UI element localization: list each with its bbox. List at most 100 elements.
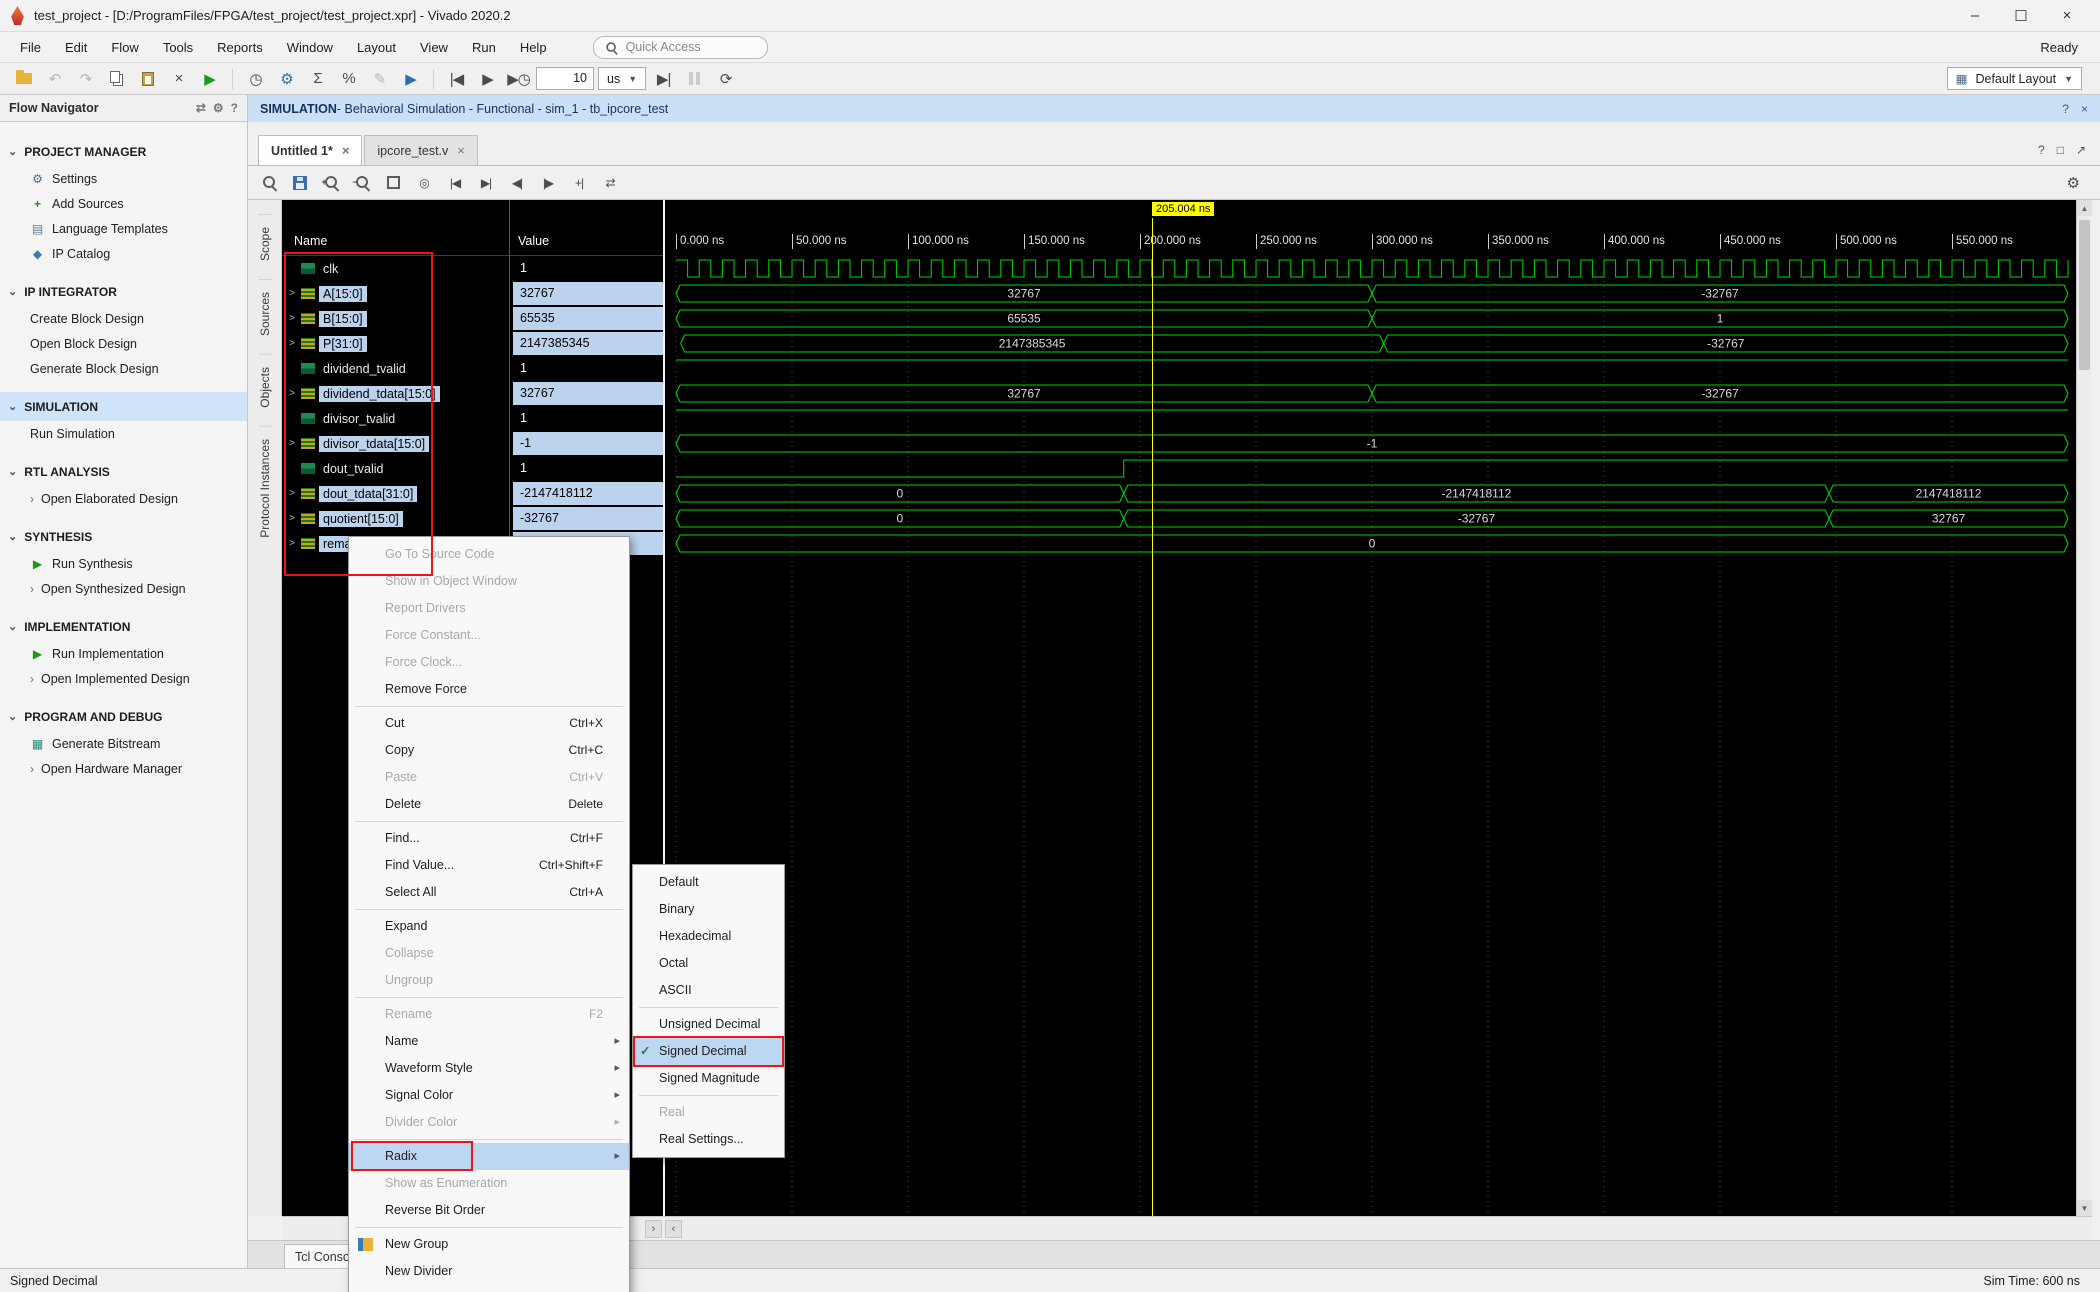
signal-row-a-15-0[interactable]: >A[15:0]32767 [282,281,665,306]
flow-item-settings[interactable]: ⚙Settings [0,166,247,191]
zoom-out-icon[interactable]: − [349,170,375,196]
float-icon[interactable]: □ [2057,143,2064,157]
menu-run[interactable]: Run [460,35,508,60]
settings-gear-icon[interactable]: ⚙ [273,66,300,91]
flow-section-ip-integrator[interactable]: ⌄IP INTEGRATOR [0,277,247,306]
menu-reports[interactable]: Reports [205,35,275,60]
menu-help[interactable]: Help [508,35,559,60]
close-icon[interactable]: × [457,143,465,158]
toggle-icon[interactable]: ⇄ [196,101,206,115]
copy-icon[interactable] [103,66,130,91]
flow-item-run-simulation[interactable]: Run Simulation [0,421,247,446]
time-unit-select[interactable]: us ▼ [598,67,646,90]
menu-item-new-divider[interactable]: New Divider [349,1258,629,1285]
expand-arrow-icon[interactable]: > [287,288,297,299]
menu-item-signed-decimal[interactable]: ✓Signed Decimal [633,1038,784,1065]
flow-item-open-elaborated-design[interactable]: ›Open Elaborated Design [0,486,247,511]
flow-section-project-manager[interactable]: ⌄PROJECT MANAGER [0,137,247,166]
relaunch-icon[interactable]: ⟳ [712,66,739,91]
menu-item-new-virtual-bus[interactable]: New Virtual Bus [349,1285,629,1292]
delete-icon[interactable]: × [165,66,192,91]
gear-icon[interactable]: ⚙ [213,101,224,115]
flow-section-rtl-analysis[interactable]: ⌄RTL ANALYSIS [0,457,247,486]
restart-icon[interactable]: |◀ [443,66,470,91]
flow-item-run-synthesis[interactable]: ▶Run Synthesis [0,551,247,576]
sum-icon[interactable]: Σ [304,66,331,91]
menu-item-remove-force[interactable]: Remove Force [349,676,629,703]
menu-tools[interactable]: Tools [151,35,205,60]
run-icon[interactable]: ▶ [196,66,223,91]
step-icon[interactable]: ▶| [650,66,677,91]
save-icon[interactable] [287,170,313,196]
tab-untitled-1[interactable]: Untitled 1*× [258,135,362,165]
menu-file[interactable]: File [8,35,53,60]
menu-item-ascii[interactable]: ASCII [633,977,784,1004]
signal-name-cell[interactable]: >quotient[15:0] [282,511,511,527]
run-time-input[interactable]: 10 [536,67,594,90]
menu-item-radix[interactable]: Radix▸ [349,1143,629,1170]
debug-icon[interactable]: ▶ [397,66,424,91]
help-icon[interactable]: ? [2062,102,2069,116]
signal-row-p-31-0[interactable]: >P[31:0]2147385345 [282,331,665,356]
zoom-in-icon[interactable]: + [318,170,344,196]
menu-item-unsigned-decimal[interactable]: Unsigned Decimal [633,1011,784,1038]
tab-ipcore-test-v[interactable]: ipcore_test.v× [364,135,477,165]
scroll-up-icon[interactable]: ▲ [2077,200,2092,216]
flow-item-language-templates[interactable]: ▤Language Templates [0,216,247,241]
signal-row-dividend-tvalid[interactable]: dividend_tvalid1 [282,356,665,381]
close-icon[interactable]: × [342,143,350,158]
expand-arrow-icon[interactable]: > [287,513,297,524]
flow-item-generate-bitstream[interactable]: ▦Generate Bitstream [0,731,247,756]
signal-name-cell[interactable]: dividend_tvalid [282,361,511,377]
side-tab-protocol-instances[interactable]: Protocol Instances [258,426,272,550]
find-icon[interactable] [256,170,282,196]
signal-row-b-15-0[interactable]: >B[15:0]65535 [282,306,665,331]
goto-end-icon[interactable]: ▶| [473,170,499,196]
menu-item-waveform-style[interactable]: Waveform Style▸ [349,1055,629,1082]
layout-select[interactable]: ▦ Default Layout ▼ [1947,67,2082,90]
menu-layout[interactable]: Layout [345,35,408,60]
flow-section-simulation[interactable]: ⌄SIMULATION [0,392,247,421]
quick-access-search[interactable]: Quick Access [593,36,768,59]
signal-row-clk[interactable]: clk1 [282,256,665,281]
menu-flow[interactable]: Flow [99,35,150,60]
maximize-icon[interactable]: ↗ [2076,143,2086,157]
open-folder-icon[interactable] [10,66,37,91]
scrollbar-thumb[interactable] [2079,220,2090,370]
next-transition-icon[interactable]: |▶ [535,170,561,196]
scroll-down-icon[interactable]: ▼ [2077,1200,2092,1216]
signal-row-quotient-15-0[interactable]: >quotient[15:0]-32767 [282,506,665,531]
flow-item-add-sources[interactable]: +Add Sources [0,191,247,216]
menu-item-real-settings[interactable]: Real Settings... [633,1126,784,1153]
timeline-icon[interactable]: ◷ [242,66,269,91]
zoom-fit-icon[interactable] [380,170,406,196]
expand-arrow-icon[interactable]: > [287,488,297,499]
maximize-icon[interactable]: ☐ [1998,2,2044,30]
menu-window[interactable]: Window [275,35,345,60]
paste-icon[interactable] [134,66,161,91]
run-all-icon[interactable]: ▶ [474,66,501,91]
menu-item-name[interactable]: Name▸ [349,1028,629,1055]
menu-item-hexadecimal[interactable]: Hexadecimal [633,923,784,950]
signal-name-cell[interactable]: >A[15:0] [282,286,511,302]
signal-name-cell[interactable]: >B[15:0] [282,311,511,327]
flow-item-ip-catalog[interactable]: ◆IP Catalog [0,241,247,266]
run-for-icon[interactable]: ▶◷ [505,66,532,91]
flow-item-open-implemented-design[interactable]: ›Open Implemented Design [0,666,247,691]
menu-item-copy[interactable]: CopyCtrl+C [349,737,629,764]
close-icon[interactable]: × [2081,102,2088,116]
help-icon[interactable]: ? [231,101,238,115]
menu-item-delete[interactable]: DeleteDelete [349,791,629,818]
signal-row-divisor-tdata-15-0[interactable]: >divisor_tdata[15:0]-1 [282,431,665,456]
wave-settings-gear-icon[interactable]: ⚙ [2067,174,2080,192]
flow-item-open-synthesized-design[interactable]: ›Open Synthesized Design [0,576,247,601]
signal-name-cell[interactable]: >dout_tdata[31:0] [282,486,511,502]
expand-arrow-icon[interactable]: > [287,438,297,449]
menu-view[interactable]: View [408,35,460,60]
help-icon[interactable]: ? [2038,143,2045,157]
flow-section-synthesis[interactable]: ⌄SYNTHESIS [0,522,247,551]
prev-transition-icon[interactable]: ◀| [504,170,530,196]
signal-row-dout-tvalid[interactable]: dout_tvalid1 [282,456,665,481]
flow-item-generate-block-design[interactable]: Generate Block Design [0,356,247,381]
menu-item-find-value[interactable]: Find Value...Ctrl+Shift+F [349,852,629,879]
